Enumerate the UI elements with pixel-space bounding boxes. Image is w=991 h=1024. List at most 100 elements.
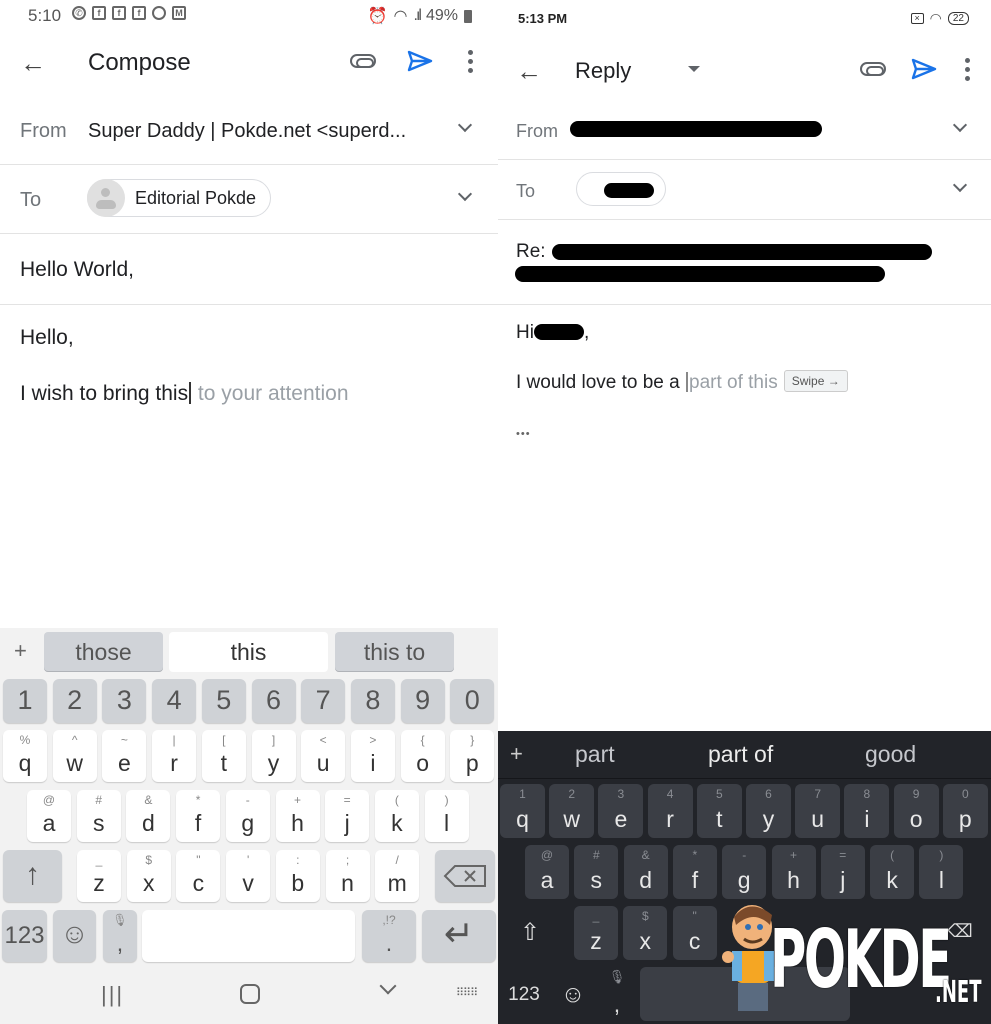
period-key[interactable]: ,!? . xyxy=(362,910,416,962)
key-q[interactable]: 1q xyxy=(500,784,545,838)
suggestion-those[interactable]: those xyxy=(44,632,163,672)
chevron-down-icon[interactable] xyxy=(952,117,968,133)
keyboard-switch-icon[interactable]: ⠿⠿⠿ xyxy=(456,986,478,999)
key-a[interactable]: @ a xyxy=(27,790,71,842)
key-f[interactable]: * f xyxy=(672,845,717,899)
key-q[interactable]: % q xyxy=(3,730,47,782)
attach-icon[interactable] xyxy=(860,62,886,76)
more-options-icon[interactable] xyxy=(965,58,971,82)
space-key[interactable] xyxy=(142,910,355,962)
key-8[interactable]: 8 xyxy=(350,679,395,723)
chevron-down-icon[interactable] xyxy=(952,177,968,193)
key-e[interactable]: 3e xyxy=(598,784,644,838)
key-6[interactable]: 6 xyxy=(251,679,296,723)
key-v[interactable]: ' v xyxy=(226,850,271,902)
send-icon[interactable] xyxy=(911,58,937,80)
body-line-compose[interactable]: I wish to bring this to your attention xyxy=(20,382,349,406)
key-b[interactable]: :b xyxy=(275,850,320,902)
key-5[interactable]: 5 xyxy=(201,679,246,723)
subject-field[interactable]: Hello World, xyxy=(20,258,134,282)
shift-key[interactable]: ⇧ xyxy=(508,906,552,960)
back-arrow-icon[interactable]: ← xyxy=(20,50,46,76)
subject-row[interactable]: Re: xyxy=(498,220,991,305)
key-s[interactable]: # s xyxy=(76,790,121,842)
key-i[interactable]: > i xyxy=(350,730,395,782)
key-9[interactable]: 9 xyxy=(400,679,445,723)
key-d[interactable]: & d xyxy=(623,845,668,899)
from-row[interactable]: From Super Daddy | Pokde.net <superd... xyxy=(0,96,498,165)
key-l[interactable]: ) l xyxy=(919,845,964,899)
key-m[interactable]: / m xyxy=(375,850,420,902)
key-w[interactable]: 2w xyxy=(549,784,595,838)
key-o[interactable]: {o xyxy=(400,730,445,782)
key-a[interactable]: @ a xyxy=(525,845,569,899)
recipient-chip[interactable]: Editorial Pokde xyxy=(87,179,272,217)
key-l[interactable]: ) l xyxy=(424,790,469,842)
key-z[interactable]: _ z xyxy=(77,850,121,902)
key-r[interactable]: 4r xyxy=(647,784,693,838)
key-r[interactable]: | r xyxy=(152,730,197,782)
key-7[interactable]: 7 xyxy=(301,679,346,723)
send-icon[interactable] xyxy=(407,50,433,72)
key-e[interactable]: ~ e xyxy=(102,730,147,782)
key-c[interactable]: " c xyxy=(176,850,221,902)
to-row[interactable]: To Editorial Pokde xyxy=(0,165,498,234)
emoji-key[interactable]: ☺ xyxy=(553,967,593,1023)
key-n[interactable]: ; n xyxy=(325,850,370,902)
key-t[interactable]: [t xyxy=(201,730,246,782)
backspace-key[interactable]: ⌫ xyxy=(938,906,982,960)
key-c[interactable]: " c xyxy=(672,906,717,960)
key-s[interactable]: # s xyxy=(574,845,619,899)
key-h[interactable]: + h xyxy=(771,845,816,899)
chevron-down-icon[interactable] xyxy=(457,186,473,202)
key-h[interactable]: + h xyxy=(275,790,320,842)
plus-icon[interactable]: + xyxy=(510,741,523,767)
hide-keyboard-button[interactable] xyxy=(379,977,397,995)
key-p[interactable]: 0p xyxy=(942,784,988,838)
space-key[interactable] xyxy=(640,967,850,1021)
key-w[interactable]: ^ w xyxy=(52,730,97,782)
attach-icon[interactable] xyxy=(350,54,376,68)
key-u[interactable]: < u xyxy=(301,730,346,782)
key-g[interactable]: -g xyxy=(225,790,270,842)
more-options-icon[interactable] xyxy=(468,50,474,74)
mode-123-key[interactable]: 123 xyxy=(2,910,47,962)
key-t[interactable]: 5t xyxy=(696,784,742,838)
suggestion-part[interactable]: part xyxy=(575,741,615,768)
key-x[interactable]: $ x xyxy=(126,850,171,902)
key-j[interactable]: = j xyxy=(820,845,865,899)
key-j[interactable]: = j xyxy=(325,790,370,842)
key-y[interactable]: 6y xyxy=(746,784,791,838)
enter-key[interactable]: ↵ xyxy=(422,910,496,962)
from-value[interactable]: Super Daddy | Pokde.net <superd... xyxy=(88,120,406,143)
key-k[interactable]: (k xyxy=(374,790,419,842)
reply-mode-dropdown-icon[interactable] xyxy=(688,66,700,72)
comma-key[interactable]: 🎙 , xyxy=(598,967,636,1023)
body-greeting[interactable]: Hi, xyxy=(516,322,589,344)
key-o[interactable]: 9o xyxy=(893,784,939,838)
mode-123-key[interactable]: 123 xyxy=(502,967,546,1023)
suggestion-part-of[interactable]: part of xyxy=(708,741,773,768)
body-line-greeting[interactable]: Hello, xyxy=(20,326,74,350)
suggestion-this[interactable]: this xyxy=(169,632,328,672)
suggestion-good[interactable]: good xyxy=(865,741,916,768)
recents-button[interactable]: ||| xyxy=(101,982,124,1008)
plus-icon[interactable]: + xyxy=(14,638,27,664)
key-u[interactable]: 7u xyxy=(795,784,841,838)
swipe-hint-chip[interactable]: Swipe → xyxy=(783,370,848,392)
key-4[interactable]: 4 xyxy=(152,679,197,723)
emoji-key[interactable]: ☺ xyxy=(53,910,96,962)
back-arrow-icon[interactable]: ← xyxy=(516,58,542,84)
recipient-chip[interactable] xyxy=(576,172,666,206)
key-0[interactable]: 0 xyxy=(450,679,495,723)
key-g[interactable]: -g xyxy=(722,845,767,899)
comma-key[interactable]: 🎙 , xyxy=(103,910,137,962)
key-3[interactable]: 3 xyxy=(102,679,147,723)
key-p[interactable]: } p xyxy=(450,730,495,782)
key-i[interactable]: 8i xyxy=(844,784,890,838)
key-d[interactable]: & d xyxy=(126,790,171,842)
key-x[interactable]: $ x xyxy=(623,906,668,960)
key-1[interactable]: 1 xyxy=(3,679,47,723)
show-trimmed-content-button[interactable]: ••• xyxy=(516,428,531,440)
key-y[interactable]: ] y xyxy=(251,730,296,782)
